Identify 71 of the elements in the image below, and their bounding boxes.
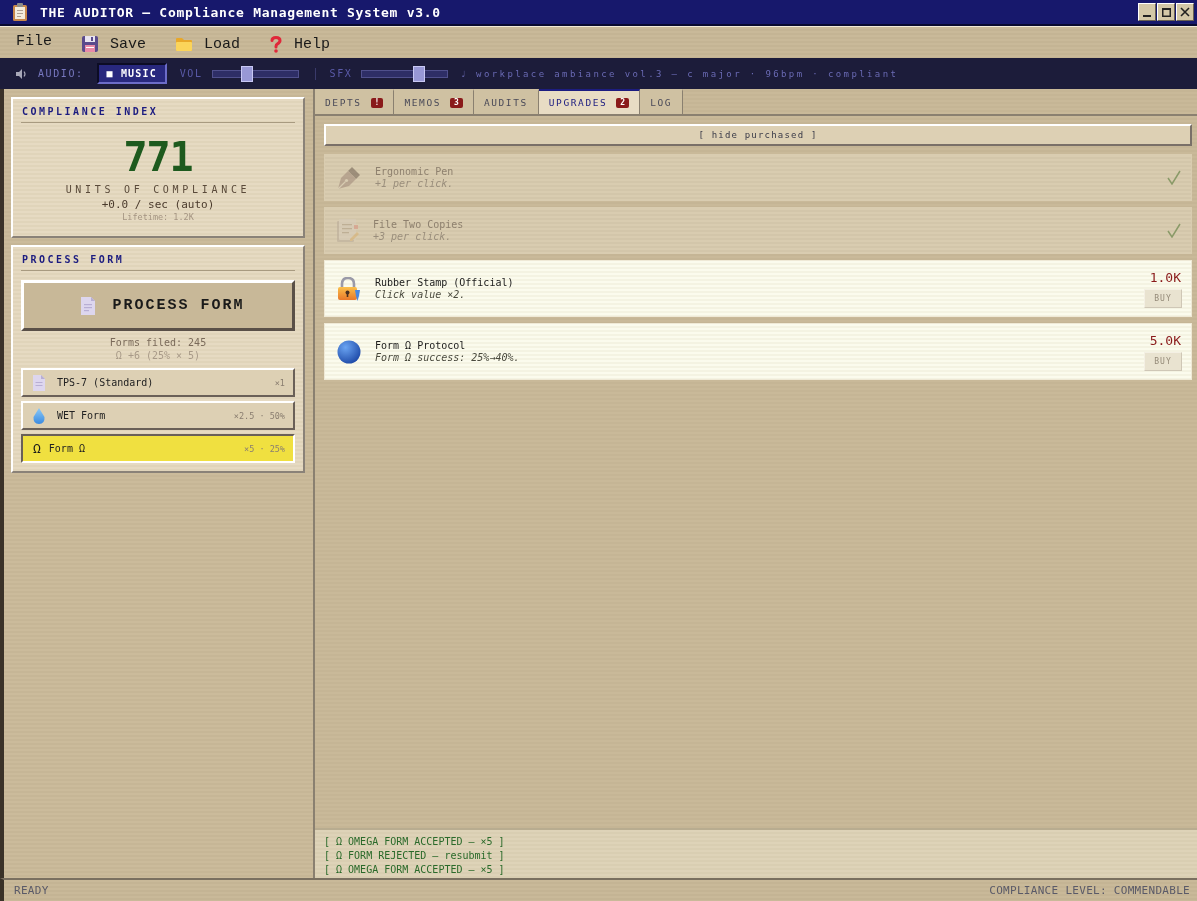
- menu-item[interactable]: File: [16, 32, 52, 50]
- notification-badge: 3: [450, 97, 463, 108]
- hide-purchased-button[interactable]: [ hide purchased ]: [324, 124, 1192, 146]
- close-icon: [1180, 7, 1190, 17]
- minimize-icon: [1143, 15, 1151, 17]
- slider-thumb[interactable]: [240, 65, 253, 82]
- lifetime-text: Lifetime: 1.2K: [122, 212, 194, 222]
- tab[interactable]: DEPTS !: [315, 89, 395, 114]
- maximize-button[interactable]: [1157, 3, 1175, 21]
- speaker-icon: [16, 68, 27, 79]
- sfx-label: SFX: [329, 68, 353, 79]
- upgrade-description: Form Ω success: 25%→40%.: [375, 352, 520, 363]
- tab[interactable]: MEMOS 3: [394, 89, 474, 114]
- form-type-button[interactable]: Ω Form Ω ×5 · 25%: [21, 434, 295, 463]
- audio-label: AUDIO:: [38, 68, 84, 79]
- minimize-button[interactable]: [1138, 3, 1156, 21]
- upgrade-name: Form Ω Protocol: [375, 340, 467, 351]
- notification-badge: !: [370, 97, 384, 108]
- sphere-icon: [337, 339, 361, 364]
- card-title: COMPLIANCE INDEX: [22, 106, 159, 117]
- document-icon: [33, 374, 45, 391]
- upgrade-name: Ergonomic Pen: [375, 166, 454, 177]
- maximize-icon: [1161, 7, 1171, 17]
- music-toggle[interactable]: ■ MUSIC: [96, 63, 167, 84]
- upgrade-description: Click value ×2.: [375, 289, 467, 300]
- compliance-value: 771: [123, 135, 193, 179]
- log-entry: [ Ω FORM REJECTED — resubmit ]: [324, 849, 505, 863]
- upgrade-name: Rubber Stamp (Official): [375, 277, 514, 288]
- compliance-level-text: COMPLIANCE LEVEL: COMMENDABLE: [989, 884, 1190, 897]
- log-entry: [ Ω OMEGA FORM ACCEPTED — ×5 ]: [324, 835, 505, 849]
- upgrade-description: +1 per click.: [375, 178, 454, 189]
- menu-item[interactable]: Load: [176, 35, 241, 53]
- close-button[interactable]: [1176, 3, 1194, 21]
- slider-thumb[interactable]: [412, 65, 425, 82]
- document-icon: [81, 296, 96, 315]
- upgrade-description: +3 per click.: [373, 231, 453, 242]
- upgrade-price: 1.0K: [1149, 269, 1181, 285]
- tab[interactable]: UPGRADES 2: [538, 89, 641, 114]
- water-drop-icon: [33, 407, 45, 424]
- process-form-button[interactable]: PROCESS FORM: [21, 280, 295, 331]
- menu-item[interactable]: Help: [270, 35, 331, 53]
- omega-bonus-text: Ω +6 (25% × 5): [115, 350, 201, 361]
- volume-label: VOL: [179, 68, 203, 79]
- log-entry: [ Ω OMEGA FORM ACCEPTED — ×5 ]: [324, 863, 505, 877]
- help-icon: [270, 35, 283, 53]
- status-text: READY: [14, 884, 49, 897]
- folder-icon: [176, 37, 193, 51]
- window-title: THE AUDITOR — Compliance Management System v3.0: [40, 4, 441, 20]
- checkmark-icon: [1167, 223, 1181, 238]
- clipboard-icon: [13, 3, 27, 21]
- document-pencil-icon: [337, 218, 359, 243]
- form-type-button[interactable]: WET Form ×2.5 · 50%: [21, 401, 295, 430]
- fountain-pen-icon: [337, 165, 361, 190]
- units-label: UNITS OF COMPLIANCE: [65, 184, 251, 195]
- checkmark-icon: [1167, 170, 1181, 185]
- multiplier-text: ×5 · 25%: [244, 443, 285, 454]
- card-title: PROCESS FORM: [22, 254, 125, 265]
- omega-icon: Ω: [33, 441, 41, 456]
- notification-badge: 2: [616, 97, 630, 108]
- tab[interactable]: AUDITS: [473, 89, 539, 114]
- multiplier-text: ×1: [274, 377, 285, 388]
- rate-text: +0.0 / sec (auto): [101, 198, 215, 211]
- upgrade-price: 5.0K: [1149, 332, 1181, 348]
- forms-filed-text: Forms filed: 245: [109, 337, 207, 348]
- form-type-button[interactable]: TPS-7 (Standard) ×1: [21, 368, 295, 397]
- multiplier-text: ×2.5 · 50%: [233, 410, 285, 421]
- menu-item[interactable]: Save: [82, 35, 147, 53]
- padlock-pen-icon: [337, 276, 361, 301]
- tab[interactable]: LOG: [640, 89, 684, 114]
- upgrade-name: File Two Copies: [373, 219, 464, 230]
- now-playing-text: ♩ workplace ambiance vol.3 — c major · 96bpm · compliant: [460, 68, 899, 79]
